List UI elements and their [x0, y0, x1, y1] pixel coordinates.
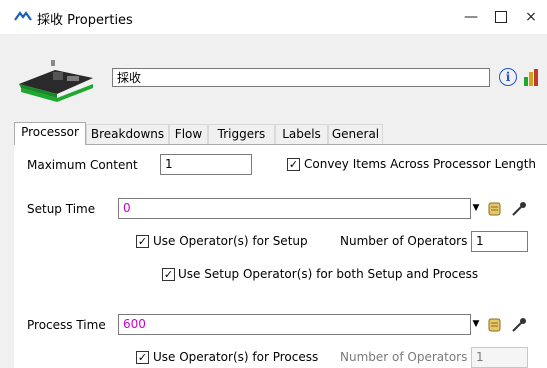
setup-time-eyedropper-icon[interactable] — [511, 201, 527, 217]
convey-items-label: Convey Items Across Processor Length — [304, 157, 537, 171]
use-operators-process-label: Use Operator(s) for Process — [153, 350, 319, 364]
setup-time-dropdown-icon[interactable]: ▼ — [471, 203, 481, 213]
use-operators-setup-label: Use Operator(s) for Setup — [153, 234, 308, 248]
tab-processor[interactable]: Processor — [14, 122, 86, 145]
maximum-content-label: Maximum Content — [27, 158, 138, 172]
convey-items-checkbox[interactable]: ✓ — [287, 158, 300, 171]
minimize-button[interactable]: — — [456, 4, 486, 30]
app-icon — [14, 11, 32, 21]
maximize-icon — [495, 11, 507, 23]
window-title: 採收 Properties — [37, 13, 133, 28]
process-operators-input: 1 — [471, 347, 528, 368]
use-setup-both-label: Use Setup Operator(s) for both Setup and… — [178, 267, 479, 281]
number-of-operators-label: Number of Operators — [340, 234, 468, 248]
tab-breakdowns[interactable]: Breakdowns — [86, 124, 169, 144]
use-operators-setup-checkbox[interactable]: ✓ — [136, 235, 149, 248]
tab-triggers[interactable]: Triggers — [208, 124, 275, 144]
title-bar: 採收 Properties — × — [0, 0, 547, 34]
use-operators-process-checkbox[interactable]: ✓ — [136, 351, 149, 364]
process-operators-label: Number of Operators — [340, 350, 468, 364]
processor-panel: Maximum Content 1 ✓ Convey Items Across … — [14, 144, 547, 368]
use-setup-both-checkbox[interactable]: ✓ — [162, 268, 175, 281]
object-name-input[interactable]: 採收 — [112, 68, 490, 87]
setup-operators-input[interactable]: 1 — [471, 231, 528, 252]
process-time-label: Process Time — [27, 318, 106, 332]
tab-general[interactable]: General — [328, 124, 383, 144]
tab-flow[interactable]: Flow — [169, 124, 208, 144]
maximum-content-input[interactable]: 1 — [160, 154, 252, 175]
process-time-dropdown-icon[interactable]: ▼ — [471, 319, 481, 329]
setup-time-script-icon[interactable] — [487, 201, 503, 217]
object-properties-icon[interactable] — [522, 67, 540, 87]
process-time-eyedropper-icon[interactable] — [511, 317, 527, 333]
process-time-script-icon[interactable] — [487, 317, 503, 333]
tab-labels[interactable]: Labels — [275, 124, 328, 144]
process-time-input[interactable]: 600 — [118, 314, 471, 335]
info-icon[interactable]: i — [499, 68, 517, 86]
setup-time-input[interactable]: 0 — [118, 198, 471, 219]
setup-time-label: Setup Time — [27, 202, 96, 216]
processor-object-icon — [19, 60, 93, 102]
maximize-button[interactable] — [486, 4, 516, 30]
close-button[interactable]: × — [516, 4, 546, 30]
